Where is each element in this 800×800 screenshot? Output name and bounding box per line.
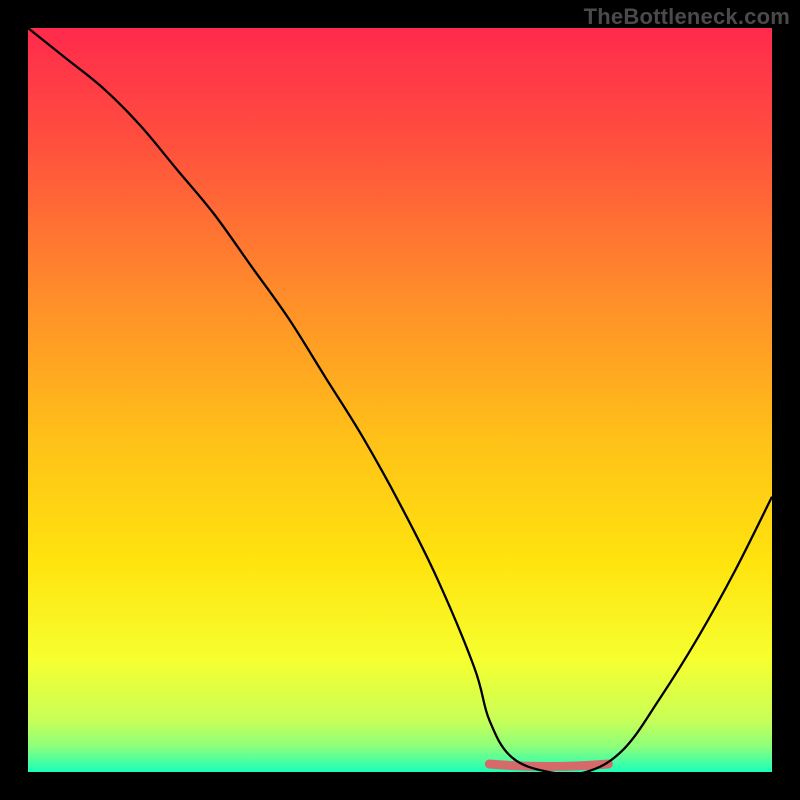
bottom-highlight-segment: [489, 764, 608, 767]
gradient-background: [28, 28, 772, 772]
watermark-text: TheBottleneck.com: [584, 4, 790, 30]
chart-container: TheBottleneck.com: [0, 0, 800, 800]
chart-svg: [28, 28, 772, 772]
